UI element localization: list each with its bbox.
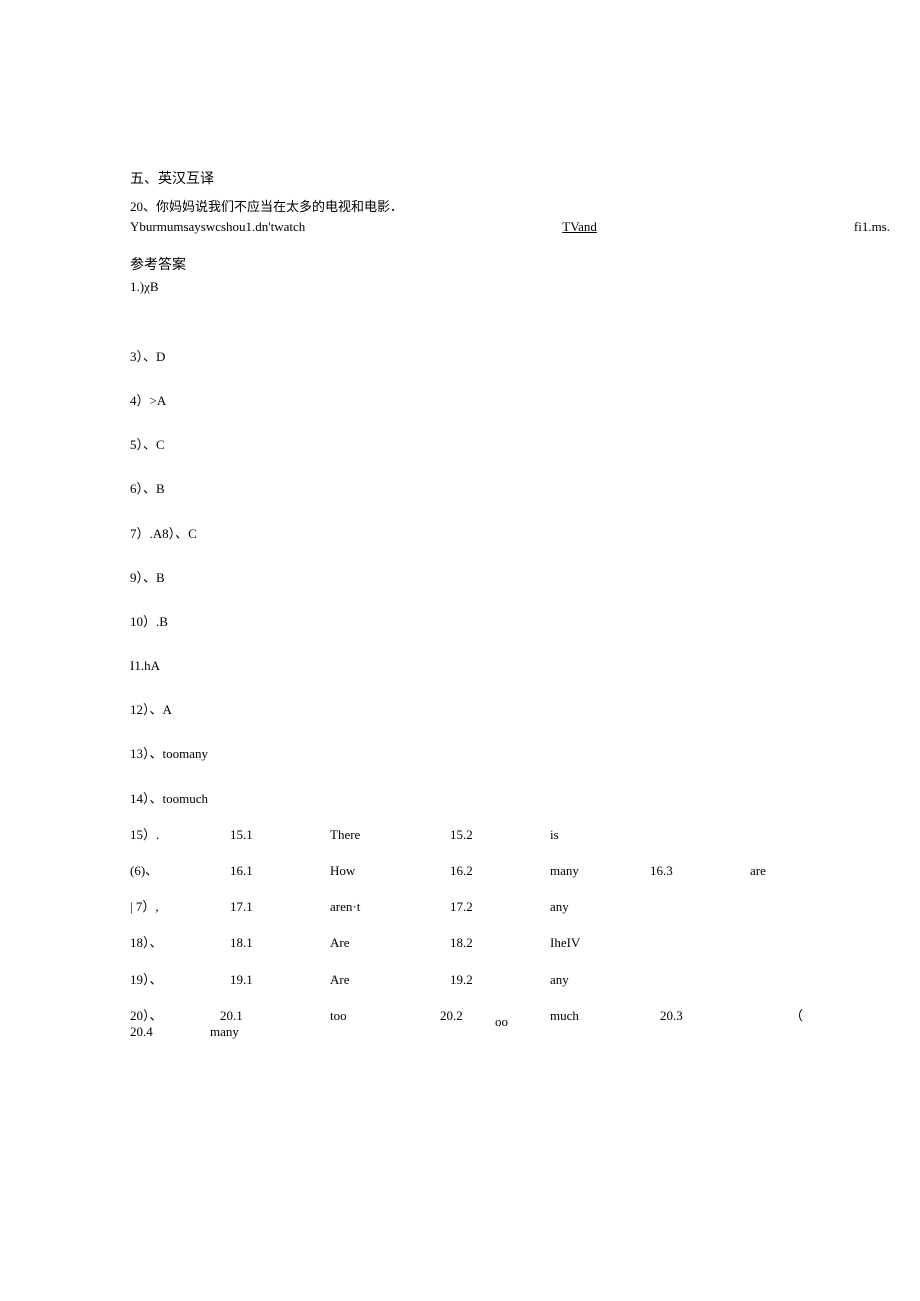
cell: 19.2: [450, 971, 550, 989]
cell: are: [750, 862, 820, 880]
cell: any: [550, 898, 650, 916]
cell: 18.2: [450, 934, 550, 952]
cell: 16.1: [230, 862, 330, 880]
cell: many: [210, 1023, 239, 1041]
q20-blank-films: fi1.ms.: [854, 218, 890, 236]
cell: aren·t: [330, 898, 450, 916]
cell: 16.3: [650, 862, 750, 880]
cell: 16.2: [450, 862, 550, 880]
answers-title: 参考答案: [130, 256, 790, 276]
ans-12: 12）、A: [130, 701, 790, 719]
cell: 18.1: [230, 934, 330, 952]
cell: [650, 898, 750, 916]
cell: 17.1: [230, 898, 330, 916]
ans-7-8: 7）.A8）、C: [130, 525, 790, 543]
cell: too: [330, 1007, 347, 1025]
q20-sentence: Yburmumsayswcshou1.dn'twatch TVand fi1.m…: [130, 218, 890, 236]
cell: | 7）,: [130, 898, 230, 916]
cell: 15）.: [130, 826, 230, 844]
cell: Are: [330, 934, 450, 952]
cell: (6)、: [130, 862, 230, 880]
section-5-title: 五、英汉互译: [130, 170, 790, 190]
cell: [750, 934, 820, 952]
cell: 18）、: [130, 934, 230, 952]
cell: 19.1: [230, 971, 330, 989]
q20-part1: Yburmumsayswcshou1.dn'twatch: [130, 218, 305, 236]
cell: [650, 971, 750, 989]
cell: 20.3: [660, 1007, 683, 1025]
cell: [650, 826, 750, 844]
cell: IheIV: [550, 934, 650, 952]
ans-17-row: | 7）, 17.1 aren·t 17.2 any: [130, 898, 860, 916]
cell: much: [550, 1007, 579, 1025]
ans-5: 5）、C: [130, 436, 790, 454]
cell: Are: [330, 971, 450, 989]
ans-3: 3）、D: [130, 348, 790, 366]
ans-1: 1.)χB: [130, 278, 790, 296]
ans-16-row: (6)、 16.1 How 16.2 many 16.3 are: [130, 862, 860, 880]
cell: [750, 971, 820, 989]
ans-11: I1.hA: [130, 657, 790, 675]
cell: 15.1: [230, 826, 330, 844]
cell: any: [550, 971, 650, 989]
cell: 20.4: [130, 1023, 153, 1041]
cell: [650, 934, 750, 952]
cell: is: [550, 826, 650, 844]
cell: （: [790, 1007, 803, 1025]
cell: How: [330, 862, 450, 880]
cell: There: [330, 826, 450, 844]
ans-20-block: 20）、 20.1 too 20.2 οο much 20.3 （ 20.4 m…: [130, 1007, 860, 1047]
cell: 19）、: [130, 971, 230, 989]
ans-13: 13）、toomany: [130, 745, 790, 763]
cell: 17.2: [450, 898, 550, 916]
ans-6: 6）、B: [130, 480, 790, 498]
cell: [750, 898, 820, 916]
ans-4: 4）>A: [130, 392, 790, 410]
q20-prompt: 20、你妈妈说我们不应当在太多的电视和电影．: [130, 198, 790, 216]
ans-18-row: 18）、 18.1 Are 18.2 IheIV: [130, 934, 860, 952]
cell: many: [550, 862, 650, 880]
cell: 20.2: [440, 1007, 463, 1025]
ans-15-row: 15）. 15.1 There 15.2 is: [130, 826, 860, 844]
ans-14: 14）、toomuch: [130, 790, 790, 808]
ans-10: 10）.B: [130, 613, 790, 631]
q20-blank-tv: TVand: [562, 218, 597, 236]
cell: 15.2: [450, 826, 550, 844]
ans-9: 9）、B: [130, 569, 790, 587]
cell: [750, 826, 820, 844]
cell: οο: [495, 1013, 508, 1031]
ans-19-row: 19）、 19.1 Are 19.2 any: [130, 971, 860, 989]
